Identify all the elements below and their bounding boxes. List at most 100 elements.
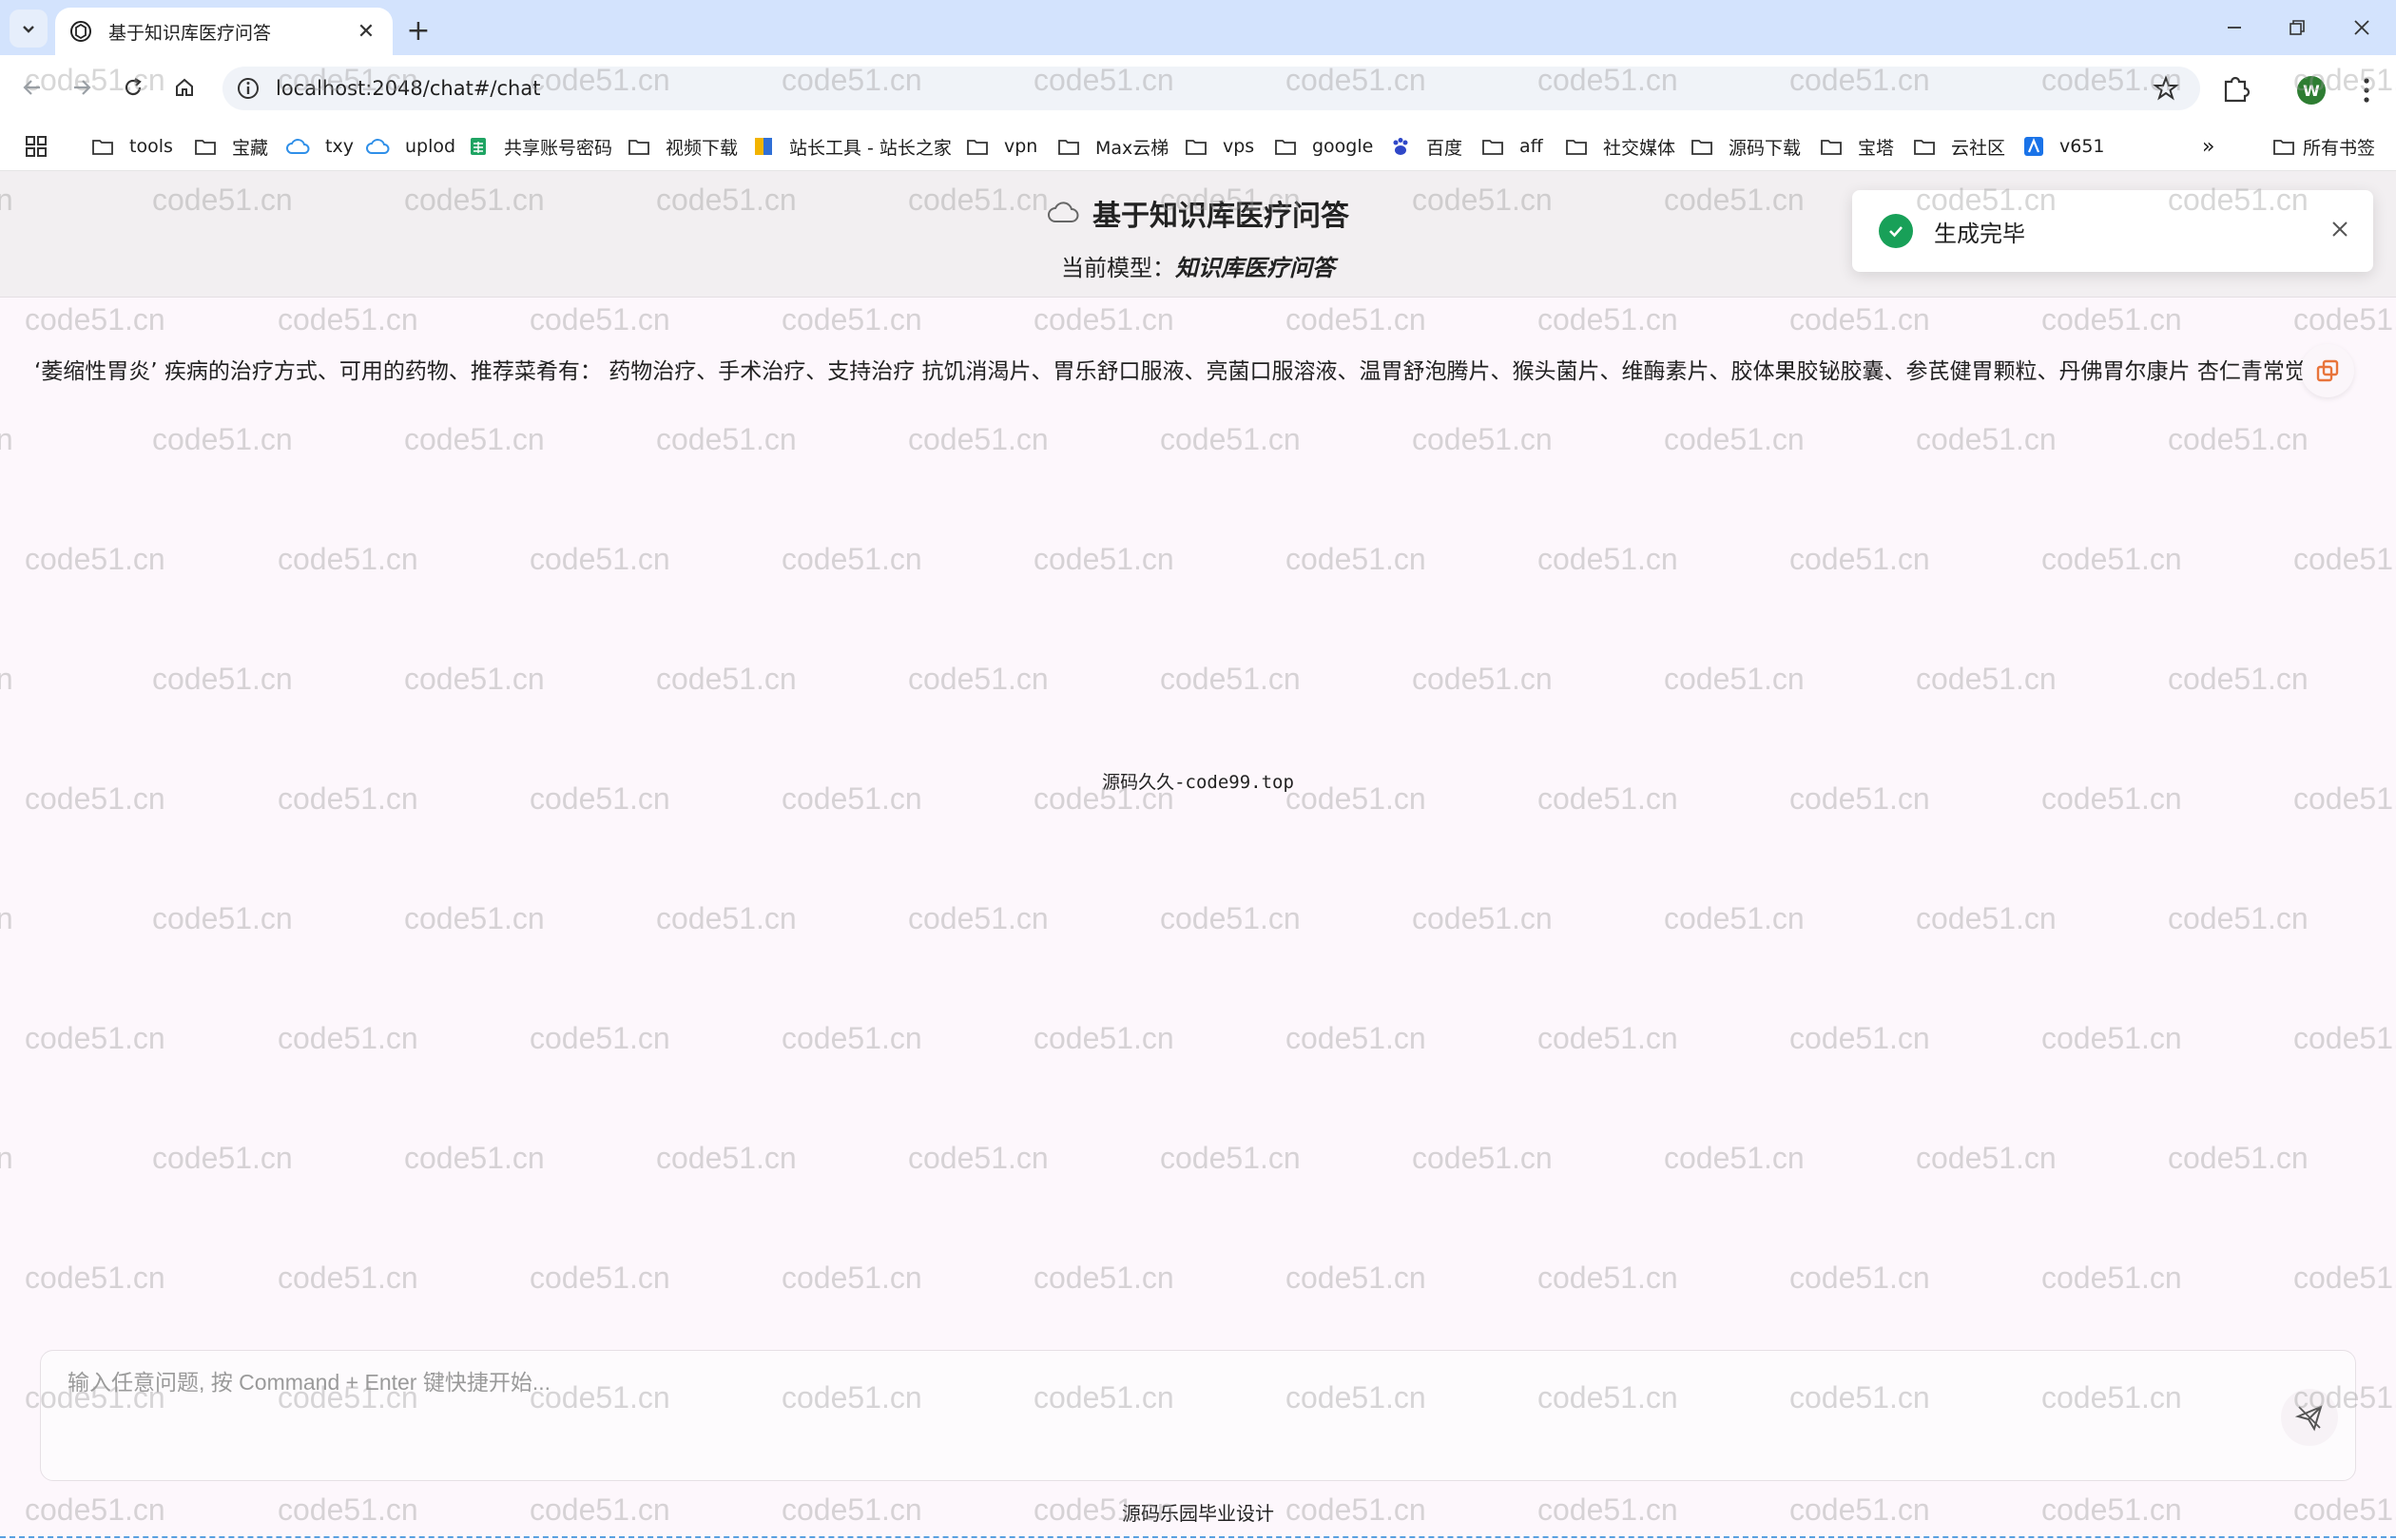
bookmark-item[interactable]: 共享账号密码 — [468, 131, 612, 162]
folder-icon — [1913, 137, 1943, 156]
bookmark-item[interactable]: vps — [1185, 131, 1254, 162]
folder-icon — [966, 137, 996, 156]
bookmark-label: 宝塔 — [1858, 137, 1895, 159]
bookmark-label: txy — [325, 136, 354, 157]
bookmark-label: v651 — [2059, 136, 2105, 157]
bookmark-item[interactable]: 社交媒体 — [1565, 131, 1675, 162]
reload-button[interactable] — [112, 67, 154, 108]
bookmark-label: 百度 — [1426, 137, 1463, 159]
close-icon — [2354, 20, 2369, 35]
chat-header: 基于知识库医疗问答 当前模型：知识库医疗问答 生成完毕 — [0, 171, 2396, 298]
restore-icon — [2290, 20, 2305, 35]
home-icon — [176, 78, 193, 96]
minimize-button[interactable] — [2208, 8, 2261, 48]
bookmark-label: vps — [1223, 136, 1255, 157]
tab-active[interactable]: 基于知识库医疗问答 ✕ — [55, 8, 393, 55]
bookmark-item[interactable]: 百度 — [1390, 131, 1462, 162]
folder-icon — [1185, 137, 1215, 156]
apps-grid-button[interactable] — [25, 131, 55, 162]
page-title-text: 基于知识库医疗问答 — [1092, 200, 1349, 233]
folder-icon — [628, 137, 658, 156]
chatgpt-favicon-icon — [70, 21, 91, 42]
tab-close-icon[interactable]: ✕ — [353, 18, 379, 45]
sheet-icon — [468, 136, 496, 157]
folder-icon — [2273, 140, 2294, 155]
double-chevron-right-icon: » — [2202, 134, 2215, 159]
home-button[interactable] — [164, 67, 205, 108]
tab-title: 基于知识库医疗问答 — [108, 22, 272, 44]
folder-icon — [1565, 137, 1595, 156]
current-model-label: 当前模型： — [1061, 255, 1175, 281]
close-icon[interactable] — [2326, 215, 2354, 243]
chat-input[interactable] — [68, 1364, 2254, 1459]
bookmark-item[interactable]: 宝塔 — [1820, 131, 1894, 162]
close-window-button[interactable] — [2335, 8, 2388, 48]
cloud-icon — [1048, 202, 1079, 222]
bookmark-label: 源码下载 — [1729, 137, 1802, 159]
bookmark-label: vpn — [1004, 136, 1038, 157]
success-toast: 生成完毕 — [1852, 190, 2373, 272]
back-button[interactable] — [11, 67, 53, 108]
bookmark-label: 共享账号密码 — [504, 137, 613, 159]
bookmark-item[interactable]: google — [1274, 131, 1373, 162]
address-bar[interactable]: localhost:2048/chat#/chat — [222, 67, 2200, 110]
bookmark-label: 站长工具 - 站长之家 — [789, 137, 952, 159]
chat-page: 基于知识库医疗问答 当前模型：知识库医疗问答 生成完毕 ‘萎缩性胃炎’ 疾病的治… — [0, 171, 2396, 1540]
apps-grid-icon — [26, 136, 47, 157]
bookmark-item[interactable]: 源码下载 — [1691, 131, 1801, 162]
profile-avatar[interactable]: W — [2297, 76, 2326, 105]
cloud-icon — [365, 137, 397, 156]
bookmark-item[interactable]: Max云梯 — [1057, 131, 1169, 162]
all-bookmarks-label: 所有书签 — [2303, 137, 2376, 159]
bookmark-item[interactable]: 云社区 — [1913, 131, 2005, 162]
bookmark-item[interactable]: vpn — [966, 131, 1037, 162]
folder-icon — [91, 137, 122, 156]
cloud-icon — [285, 137, 318, 156]
bookmark-item[interactable]: tools — [91, 131, 173, 162]
bookmark-item[interactable]: aff — [1481, 131, 1543, 162]
bookmark-item[interactable]: uplod — [365, 131, 455, 162]
restore-button[interactable] — [2270, 8, 2324, 48]
bookmark-label: 视频下载 — [666, 137, 739, 159]
tab-strip: 基于知识库医疗问答 ✕ + — [0, 0, 2396, 55]
bookmarks-bar: tools 宝藏 txy uplod 共享账号密码 视频下载 站长工具 - 站长之家 vpn M… — [0, 122, 2396, 171]
extensions-puzzle-icon[interactable] — [2220, 72, 2252, 105]
bookmarks-overflow-button[interactable]: » — [2202, 131, 2214, 162]
arrow-left-icon — [23, 80, 40, 95]
site-icon — [753, 136, 782, 157]
bookmark-label: 宝藏 — [232, 137, 269, 159]
bookmark-label: 云社区 — [1951, 137, 2006, 159]
chat-input-box[interactable] — [40, 1350, 2356, 1481]
tab-search-button[interactable] — [10, 10, 48, 48]
bookmark-label: google — [1312, 136, 1374, 157]
bookmark-label: 社交媒体 — [1603, 137, 1676, 159]
bookmark-item[interactable]: 视频下载 — [628, 131, 738, 162]
send-button[interactable] — [2281, 1389, 2338, 1446]
toast-message: 生成完毕 — [1934, 220, 2025, 247]
v-icon — [2023, 136, 2052, 157]
bookmark-star-icon[interactable] — [2153, 75, 2179, 102]
bookmark-label: tools — [129, 136, 173, 157]
forward-button[interactable] — [61, 67, 103, 108]
current-model-name: 知识库医疗问答 — [1175, 255, 1335, 281]
copy-button[interactable] — [2301, 344, 2354, 397]
send-plane-icon — [2295, 1405, 2323, 1432]
bookmark-item[interactable]: v651 — [2023, 131, 2105, 162]
bookmark-item[interactable]: txy — [285, 131, 354, 162]
info-icon[interactable] — [236, 76, 261, 101]
bookmark-item[interactable]: 宝藏 — [194, 131, 268, 162]
url-text[interactable]: localhost:2048/chat#/chat — [276, 77, 540, 100]
bookmark-item[interactable]: 站长工具 - 站长之家 — [753, 131, 952, 162]
check-circle-icon — [1879, 214, 1913, 248]
minimize-icon — [2228, 27, 2241, 29]
folder-icon — [1691, 137, 1721, 156]
folder-icon — [1481, 137, 1512, 156]
bookmark-label: aff — [1519, 136, 1543, 157]
all-bookmarks-button[interactable]: 所有书签 — [2272, 131, 2375, 162]
folder-icon — [1057, 137, 1088, 156]
new-tab-button[interactable]: + — [399, 11, 437, 49]
center-watermark-text: 源码久久-code99.top — [1102, 772, 1294, 793]
copy-icon — [2316, 359, 2339, 382]
browser-toolbar: localhost:2048/chat#/chat W — [0, 55, 2396, 122]
more-menu-icon[interactable] — [2352, 74, 2381, 106]
